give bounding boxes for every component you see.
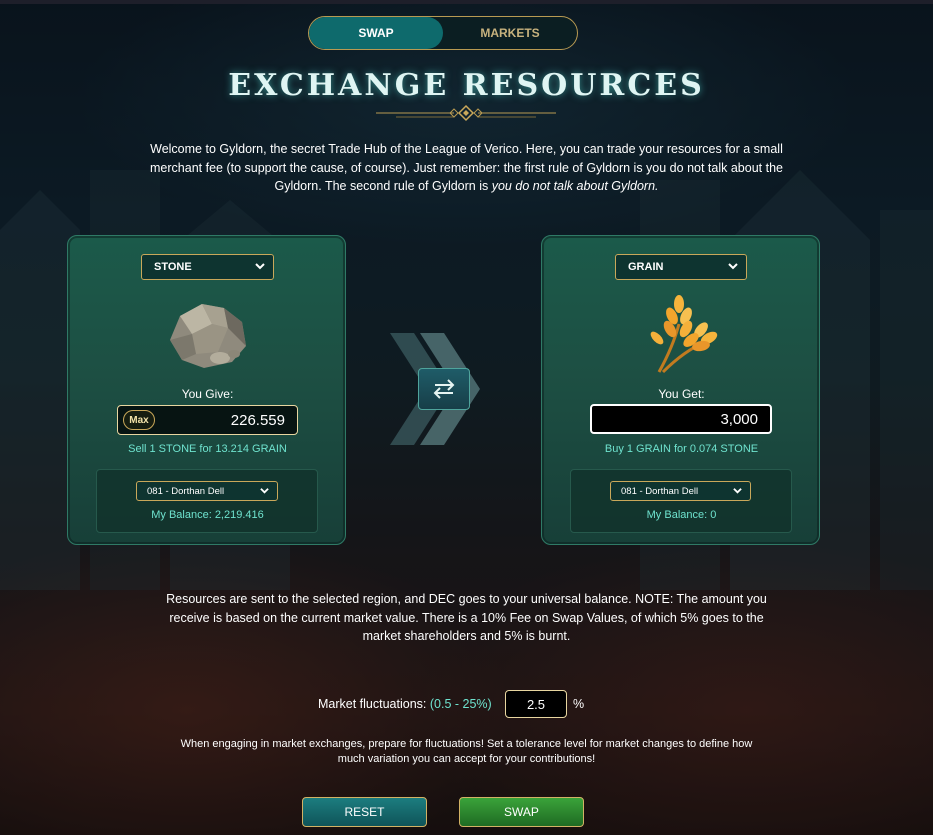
- max-button[interactable]: Max: [123, 410, 155, 430]
- get-amount-value: 3,000: [720, 410, 758, 428]
- get-region-select-value: 081 - Dorthan Dell: [621, 485, 699, 497]
- fluctuation-label: Market fluctuations: (0.5 - 25%): [318, 697, 492, 711]
- give-resource-select-value: STONE: [154, 261, 192, 273]
- chevron-down-icon: [733, 488, 742, 494]
- intro-italic: you do not talk about Gyldorn.: [491, 179, 659, 193]
- give-region-box: [96, 469, 318, 533]
- give-region-select[interactable]: 081 - Dorthan Dell: [136, 481, 278, 501]
- tab-swap[interactable]: SWAP: [309, 17, 443, 49]
- get-region-box: [570, 469, 792, 533]
- get-amount-input[interactable]: 3,000: [590, 404, 772, 434]
- get-balance-text: My Balance: 0: [646, 509, 717, 521]
- fluctuation-range: (0.5 - 25%): [429, 697, 492, 711]
- chevron-down-icon: [260, 488, 269, 494]
- give-amount-input[interactable]: Max 226.559: [117, 405, 298, 435]
- fluctuation-input[interactable]: 2.5: [505, 690, 567, 718]
- reset-button[interactable]: RESET: [302, 797, 427, 827]
- get-label: You Get:: [658, 387, 705, 401]
- give-rate-text: Sell 1 STONE for 13.214 GRAIN: [128, 443, 287, 455]
- stone-icon: [170, 304, 246, 368]
- page-title: EXCHANGE RESOURCES: [228, 68, 705, 103]
- get-resource-select-value: GRAIN: [628, 261, 664, 273]
- give-balance-text: My Balance: 2,219.416: [151, 509, 264, 521]
- view-tabs: SWAP MARKETS: [308, 16, 578, 50]
- swap-direction-button[interactable]: [418, 368, 470, 410]
- get-rate-text: Buy 1 GRAIN for 0.074 STONE: [604, 443, 759, 455]
- give-resource-select[interactable]: STONE: [141, 254, 274, 280]
- title-ornament-icon: [376, 104, 556, 122]
- give-panel: STONE You Give: Max 226.559 Sell 1 STONE…: [67, 235, 346, 545]
- get-panel: GRAIN You Get: 3,000 Buy 1 GRAIN for 0.0…: [541, 235, 820, 545]
- swap-button[interactable]: SWAP: [459, 797, 584, 827]
- grain-icon: [650, 295, 718, 374]
- chevron-down-icon: [255, 263, 265, 270]
- get-resource-select[interactable]: GRAIN: [615, 254, 747, 280]
- give-region-select-value: 081 - Dorthan Dell: [147, 485, 225, 497]
- tab-markets[interactable]: MARKETS: [443, 17, 577, 49]
- fee-note: Resources are sent to the selected regio…: [166, 592, 767, 643]
- give-label: You Give:: [181, 387, 234, 401]
- top-border: [0, 0, 933, 4]
- fluctuation-label-text: Market fluctuations:: [318, 697, 430, 711]
- intro-text: Welcome to Gyldorn, the secret Trade Hub…: [150, 142, 783, 193]
- fluctuation-warning: When engaging in market exchanges, prepa…: [180, 738, 753, 765]
- give-amount-value: 226.559: [230, 411, 285, 429]
- chevron-down-icon: [728, 263, 738, 270]
- get-region-select[interactable]: 081 - Dorthan Dell: [610, 481, 751, 501]
- fluctuation-unit: %: [573, 697, 585, 711]
- swap-arrows-icon: [433, 379, 455, 399]
